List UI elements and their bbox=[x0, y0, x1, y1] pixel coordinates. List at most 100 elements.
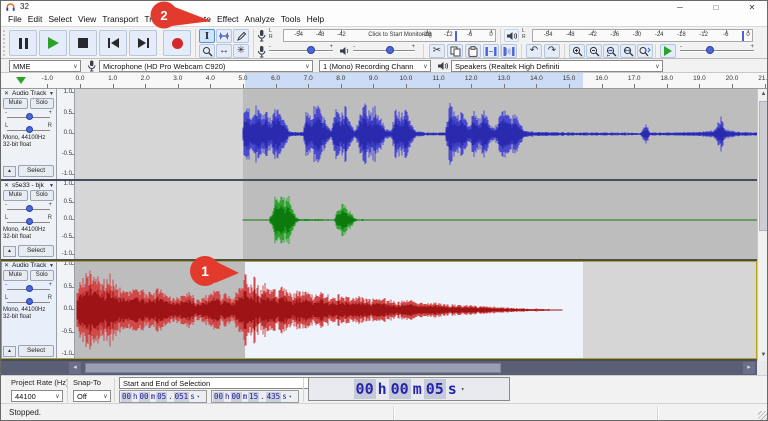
solo-button[interactable]: Solo bbox=[30, 190, 55, 201]
zoom-fit-project-button[interactable] bbox=[620, 44, 636, 58]
track-select-button[interactable]: Select bbox=[18, 345, 54, 357]
scroll-right-arrow[interactable]: ▸ bbox=[743, 362, 755, 374]
playback-meter[interactable]: -54-48-42-36-30-24-18-12-60 bbox=[532, 29, 753, 42]
track-select-button[interactable]: Select bbox=[18, 165, 54, 177]
menu-help[interactable]: Help bbox=[304, 13, 327, 26]
time-unit[interactable]: m bbox=[411, 379, 424, 399]
time-digits[interactable]: 00 bbox=[354, 379, 376, 399]
menu-tracks[interactable]: Tracks bbox=[141, 13, 172, 26]
time-digits[interactable]: 051 bbox=[174, 392, 190, 402]
recording-meter-mic-icon[interactable] bbox=[257, 29, 266, 42]
mute-button[interactable]: Mute bbox=[3, 270, 28, 281]
playback-meter-speaker-icon[interactable] bbox=[504, 29, 519, 42]
solo-button[interactable]: Solo bbox=[30, 98, 55, 109]
horizontal-scroll-thumb[interactable] bbox=[85, 363, 501, 373]
cut-button[interactable]: ✂ bbox=[429, 44, 445, 58]
selection-tool-button[interactable]: I bbox=[199, 29, 215, 43]
scroll-down-arrow[interactable]: ▼ bbox=[758, 350, 768, 361]
undo-button[interactable]: ↶ bbox=[526, 44, 542, 58]
timeline-ruler[interactable]: -1.00.01.02.03.04.05.06.07.08.09.010.011… bbox=[1, 73, 768, 89]
time-digits[interactable]: 00 bbox=[389, 379, 411, 399]
track-name[interactable]: Audio Track bbox=[12, 90, 47, 97]
recording-meter[interactable]: -54-48-42-18-12-60Click to Start Monitor… bbox=[283, 29, 496, 42]
track-waveform-area[interactable] bbox=[75, 89, 757, 179]
envelope-tool-button[interactable] bbox=[216, 29, 232, 43]
mute-button[interactable]: Mute bbox=[3, 98, 28, 109]
track-control-panel[interactable]: ✕Audio Track▼MuteSolo-+LRMono, 44100Hz32… bbox=[1, 89, 57, 179]
time-unit[interactable]: s bbox=[446, 379, 459, 399]
recording-device-select[interactable]: Microphone (HD Pro Webcam C920)∨ bbox=[99, 60, 313, 72]
copy-button[interactable] bbox=[447, 44, 463, 58]
time-unit[interactable]: h bbox=[376, 379, 389, 399]
audio-host-select[interactable]: MME∨ bbox=[9, 60, 81, 72]
dropdown-arrow-icon[interactable]: ▾ bbox=[461, 386, 465, 393]
play-speed-slider[interactable]: -+ bbox=[680, 44, 754, 58]
time-digits[interactable]: 435 bbox=[266, 392, 282, 402]
scroll-up-arrow[interactable]: ▲ bbox=[758, 89, 768, 100]
time-digits[interactable]: 05 bbox=[424, 379, 446, 399]
menu-analyze[interactable]: Analyze bbox=[242, 13, 278, 26]
multi-tool-button[interactable]: ✳ bbox=[233, 44, 249, 58]
track-control-panel[interactable]: ✕s5e33 - bjk▼MuteSolo-+LRMono, 44100Hz32… bbox=[1, 181, 57, 259]
scroll-left-arrow[interactable]: ◂ bbox=[69, 362, 81, 374]
play-at-speed-button[interactable] bbox=[660, 44, 676, 58]
amplitude-ruler[interactable]: 1.00.50.0-0.5-1.0 bbox=[57, 261, 75, 359]
record-button[interactable] bbox=[163, 30, 191, 56]
zoom-out-button[interactable] bbox=[586, 44, 602, 58]
silence-audio-button[interactable] bbox=[501, 44, 517, 58]
audio-position-field[interactable]: 00h00m05s▾ bbox=[308, 377, 510, 401]
menu-select[interactable]: Select bbox=[45, 13, 75, 26]
time-shift-tool-button[interactable]: ↔ bbox=[216, 44, 232, 58]
zoom-toggle-button[interactable] bbox=[637, 44, 653, 58]
time-digits[interactable]: 00 bbox=[139, 392, 150, 402]
track-menu-arrow-icon[interactable]: ▼ bbox=[49, 263, 54, 269]
pause-button[interactable] bbox=[9, 30, 37, 56]
quick-play-marker-icon[interactable] bbox=[16, 77, 26, 84]
recording-channels-select[interactable]: 1 (Mono) Recording Chann∨ bbox=[319, 60, 431, 72]
track-menu-arrow-icon[interactable]: ▼ bbox=[49, 183, 54, 189]
menu-edit[interactable]: Edit bbox=[25, 13, 46, 26]
selection-end-field[interactable]: 00h00m15.435s▾ bbox=[211, 390, 299, 403]
play-speed-thumb[interactable] bbox=[706, 46, 714, 54]
track-close-button[interactable]: ✕ bbox=[3, 182, 10, 189]
pan-slider[interactable]: LR bbox=[3, 215, 54, 227]
pan-slider[interactable]: LR bbox=[3, 123, 54, 135]
project-rate-select[interactable]: 44100∨ bbox=[11, 390, 63, 402]
dropdown-arrow-icon[interactable]: ▾ bbox=[197, 394, 200, 400]
play-button[interactable] bbox=[39, 30, 67, 56]
trim-audio-button[interactable] bbox=[483, 44, 499, 58]
menu-tools[interactable]: Tools bbox=[278, 13, 304, 26]
track-control-panel[interactable]: ✕Audio Track▼MuteSolo-+LRMono, 44100Hz32… bbox=[1, 261, 57, 359]
menu-transport[interactable]: Transport bbox=[99, 13, 141, 26]
gain-slider[interactable]: -+ bbox=[3, 202, 54, 214]
dropdown-arrow-icon[interactable]: ▾ bbox=[289, 394, 292, 400]
track-close-button[interactable]: ✕ bbox=[3, 90, 10, 97]
paste-button[interactable] bbox=[465, 44, 481, 58]
time-digits[interactable]: 00 bbox=[121, 392, 132, 402]
track-waveform-area[interactable] bbox=[75, 261, 757, 359]
gain-slider[interactable]: -+ bbox=[3, 110, 54, 122]
horizontal-scrollbar[interactable]: ◂ ▸ bbox=[1, 361, 757, 375]
collapse-track-button[interactable]: ▲ bbox=[3, 346, 16, 357]
gain-slider[interactable]: -+ bbox=[3, 282, 54, 294]
zoom-tool-button[interactable] bbox=[199, 44, 215, 58]
track-name[interactable]: s5e33 - bjk bbox=[12, 182, 47, 189]
draw-tool-button[interactable] bbox=[233, 29, 249, 43]
time-unit[interactable]: s bbox=[281, 392, 288, 402]
collapse-track-button[interactable]: ▲ bbox=[3, 246, 16, 257]
menu-effect[interactable]: Effect bbox=[214, 13, 242, 26]
time-digits[interactable]: 00 bbox=[231, 392, 242, 402]
playback-volume-thumb[interactable] bbox=[386, 46, 394, 54]
resize-grip[interactable] bbox=[758, 411, 768, 421]
vertical-scroll-thumb[interactable] bbox=[759, 101, 768, 231]
zoom-selection-button[interactable] bbox=[603, 44, 619, 58]
menu-file[interactable]: File bbox=[5, 13, 25, 26]
time-digits[interactable]: 05 bbox=[156, 392, 167, 402]
skip-to-end-button[interactable] bbox=[129, 30, 157, 56]
collapse-track-button[interactable]: ▲ bbox=[3, 166, 16, 177]
time-digits[interactable]: 00 bbox=[213, 392, 224, 402]
zoom-in-button[interactable] bbox=[569, 44, 585, 58]
selection-start-field[interactable]: 00h00m05.051s▾ bbox=[119, 390, 207, 403]
menu-generate[interactable]: Generate bbox=[173, 13, 214, 26]
time-unit[interactable]: s bbox=[189, 392, 196, 402]
